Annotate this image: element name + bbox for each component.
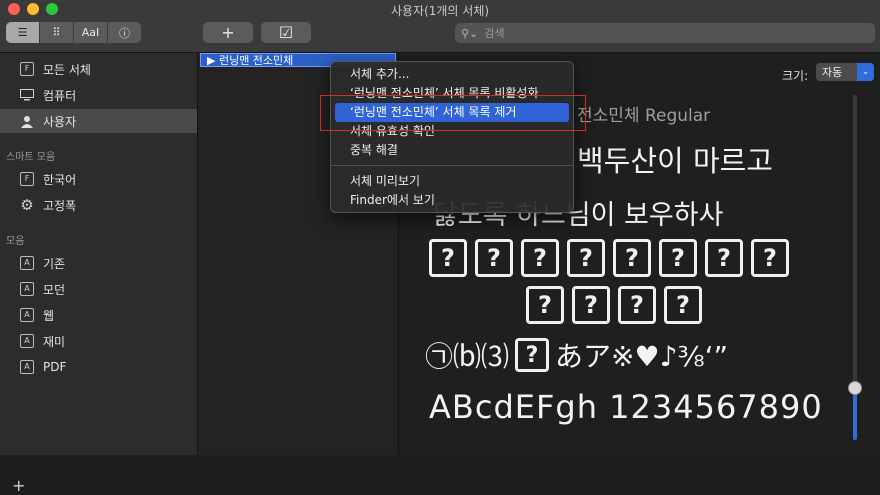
size-label: 크기: <box>782 69 809 83</box>
sidebar-item-user[interactable]: 사용자 <box>0 109 197 133</box>
validate-button[interactable]: ☑ <box>261 22 311 43</box>
font-box-icon: F <box>20 172 34 186</box>
sidebar-item-label: 고정폭 <box>43 198 77 213</box>
sidebar-item-monospace[interactable]: ⚙ 고정폭 <box>0 193 197 217</box>
search-icon: ⚲⌄ <box>461 26 479 40</box>
missing-glyph-box: ? <box>521 239 559 277</box>
sidebar-item-label: 기존 <box>43 256 66 271</box>
list-icon: ☰ <box>17 26 28 39</box>
menu-separator <box>331 165 573 166</box>
missing-glyph-box: ? <box>429 239 467 277</box>
gear-icon: ⚙ <box>20 196 34 214</box>
sample-view-button[interactable]: AaI <box>74 22 108 43</box>
monitor-icon <box>20 88 34 102</box>
size-select[interactable]: 자동 ⌄ <box>816 63 874 81</box>
sidebar-item-fun[interactable]: A 재미 <box>0 329 197 353</box>
sidebar-item-modern[interactable]: A 모던 <box>0 277 197 301</box>
sidebar-item-web[interactable]: A 웹 <box>0 303 197 327</box>
preview-symbols-pre: ㉠⒝⑶ <box>425 340 510 373</box>
collection-icon: A <box>20 308 34 322</box>
sidebar-item-label: 모던 <box>43 282 66 297</box>
sidebar-item-computer[interactable]: 컴퓨터 <box>0 83 197 107</box>
sidebar-item-label: 한국어 <box>43 172 77 187</box>
menu-item-disable-family[interactable]: ‘런닝맨 전소민체’ 서체 목록 비활성화 <box>335 84 569 103</box>
view-mode-segment: ☰ ⠿ AaI ⓘ <box>6 22 141 43</box>
size-value: 자동 <box>822 66 843 79</box>
collection-icon: A <box>20 334 34 348</box>
menu-item-show-in-finder[interactable]: Finder에서 보기 <box>335 191 569 210</box>
collection-icon: A <box>20 360 34 374</box>
menu-item-remove-family[interactable]: ‘런닝맨 전소민체’ 서체 목록 제거 <box>335 103 569 122</box>
plus-icon: + <box>221 23 235 42</box>
menu-item-resolve-duplicates[interactable]: 중복 해결 <box>335 141 569 160</box>
chevron-down-icon: ⌄ <box>857 63 874 81</box>
preview-symbols-post: あア※♥♪⅜‘” <box>555 340 728 373</box>
sidebar-item-label: 웹 <box>43 308 55 323</box>
sample-text-icon: AaI <box>81 26 100 39</box>
missing-glyph-box: ? <box>613 239 651 277</box>
missing-glyph-box: ? <box>526 286 564 324</box>
search-field[interactable]: ⚲⌄ <box>455 23 875 43</box>
menu-item-add-font[interactable]: 서체 추가... <box>335 65 569 84</box>
smart-collections-header: 스마트 모음 <box>6 152 56 163</box>
collections-header: 모음 <box>6 236 25 247</box>
context-menu: 서체 추가... ‘런닝맨 전소민체’ 서체 목록 비활성화 ‘런닝맨 전소민체… <box>330 61 574 213</box>
info-icon: ⓘ <box>119 26 130 40</box>
sidebar-item-label: PDF <box>43 360 67 374</box>
add-collection-button[interactable]: + <box>12 476 25 495</box>
missing-glyph-box: ? <box>705 239 743 277</box>
missing-glyph-row-1: ? ? ? ? ? ? ? ? <box>429 239 797 277</box>
missing-glyph-box: ? <box>751 239 789 277</box>
missing-glyph-box: ? <box>664 286 702 324</box>
grid-view-button[interactable]: ⠿ <box>40 22 74 43</box>
search-input[interactable] <box>482 25 867 41</box>
sidebar-item-classic[interactable]: A 기존 <box>0 251 197 275</box>
size-slider-knob[interactable] <box>848 381 862 396</box>
sidebar-item-label: 모든 서체 <box>43 62 91 77</box>
preview-line-symbols: ㉠⒝⑶ ? あア※♥♪⅜‘” <box>425 335 728 375</box>
user-icon <box>20 114 34 128</box>
missing-glyph-box: ? <box>515 338 550 372</box>
toolbar: 사용자(1개의 서체) ☰ ⠿ AaI ⓘ + ☑ ⚲⌄ <box>0 0 880 53</box>
collection-icon: A <box>20 282 34 296</box>
font-box-icon: F <box>20 62 34 76</box>
menu-item-validate-font[interactable]: 서체 유효성 확인 <box>335 122 569 141</box>
preview-line-1: 백두산이 마르고 <box>577 144 773 178</box>
sidebar-item-label: 컴퓨터 <box>43 88 77 103</box>
missing-glyph-box: ? <box>475 239 513 277</box>
sidebar-item-all-fonts[interactable]: F 모든 서체 <box>0 57 197 81</box>
missing-glyph-box: ? <box>572 286 610 324</box>
menu-item-preview-font[interactable]: 서체 미리보기 <box>335 172 569 191</box>
list-view-button[interactable]: ☰ <box>6 22 40 43</box>
sidebar-item-label: 재미 <box>43 334 66 349</box>
missing-glyph-box: ? <box>567 239 605 277</box>
sidebar-item-label: 사용자 <box>43 114 77 129</box>
missing-glyph-box: ? <box>659 239 697 277</box>
size-slider-fill <box>853 388 857 440</box>
sidebar: F 모든 서체 컴퓨터 사용자 스마트 모음 F 한국어 ⚙ 고정폭 모음 A … <box>0 53 198 495</box>
window-title: 사용자(1개의 서체) <box>390 4 490 18</box>
add-font-button[interactable]: + <box>203 22 253 43</box>
missing-glyph-box: ? <box>618 286 656 324</box>
missing-glyph-row-2: ? ? ? ? <box>526 286 710 324</box>
info-view-button[interactable]: ⓘ <box>108 22 141 43</box>
checkbox-icon: ☑ <box>278 23 294 42</box>
sidebar-item-korean[interactable]: F 한국어 <box>0 167 197 191</box>
sidebar-item-pdf[interactable]: A PDF <box>0 355 197 379</box>
preview-font-name: 전소민체 Regular <box>577 106 711 126</box>
collection-icon: A <box>20 256 34 270</box>
preview-line-latin: ABcdEFgh 1234567890 <box>429 388 823 426</box>
grid-icon: ⠿ <box>52 26 61 39</box>
